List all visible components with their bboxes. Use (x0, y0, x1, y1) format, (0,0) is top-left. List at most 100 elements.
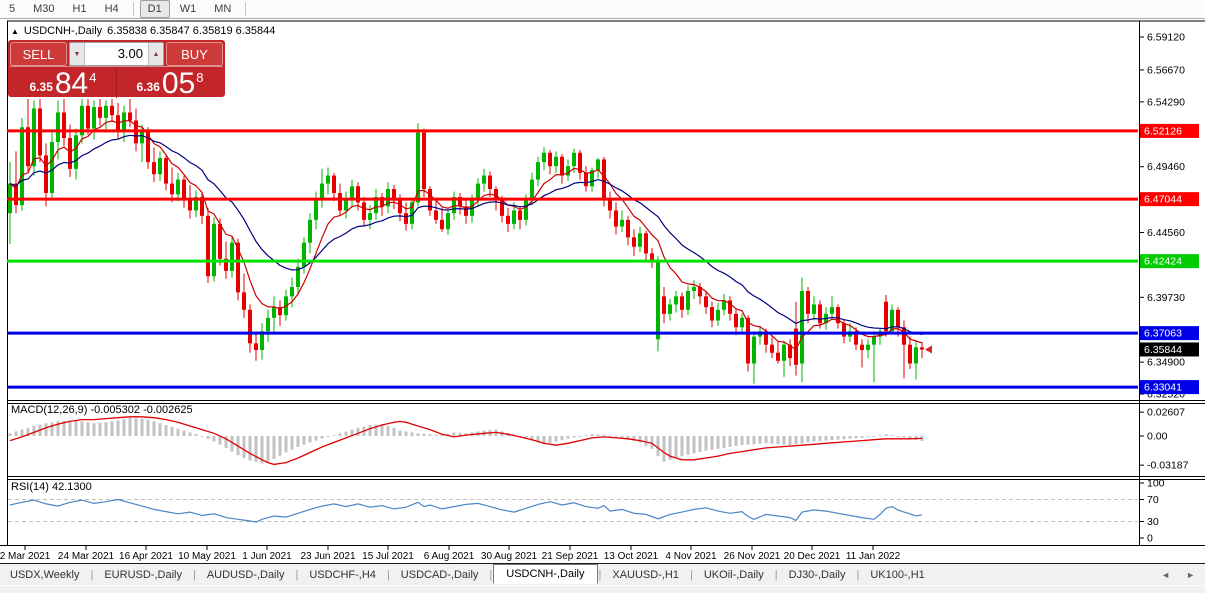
candle-body (776, 353, 780, 361)
macd-histogram-bar (645, 436, 648, 446)
tab-usdchf-h4[interactable]: USDCHF-,H4 (299, 566, 386, 584)
candle-body (140, 131, 144, 143)
buy-button[interactable]: BUY (166, 42, 223, 66)
candle-body (176, 180, 180, 195)
buy-price-prefix: 6.36 (137, 80, 160, 94)
level-price-label-text: 6.52126 (1144, 125, 1182, 137)
macd-histogram-bar (291, 436, 294, 450)
macd-histogram-bar (567, 436, 570, 439)
macd-histogram-bar (699, 436, 702, 452)
candle-body (110, 106, 114, 115)
tab-scroll-left-icon[interactable]: ◄ (1161, 570, 1170, 580)
rsi-tick-label: 30 (1147, 516, 1159, 528)
candle-body (344, 200, 348, 211)
macd-histogram-bar (399, 431, 402, 436)
tab-separator: | (775, 569, 778, 581)
tab-uk100-h1[interactable]: UK100-,H1 (860, 566, 934, 584)
collapse-arrow-icon[interactable]: ▲ (11, 27, 19, 36)
macd-histogram-bar (219, 436, 222, 445)
macd-histogram-bar (855, 436, 858, 438)
sell-price[interactable]: 6.35 84 4 (10, 67, 116, 98)
date-label: 16 Apr 2021 (119, 551, 173, 562)
candle-body (830, 307, 834, 314)
macd-histogram-bar (687, 436, 690, 455)
tab-usdx-weekly[interactable]: USDX,Weekly (0, 566, 89, 584)
tab-xauusd-h1[interactable]: XAUUSD-,H1 (602, 566, 689, 584)
tab-separator: | (489, 569, 492, 581)
date-label: 13 Oct 2021 (604, 551, 659, 562)
buy-price-big: 05 (162, 71, 195, 97)
candle-body (674, 296, 678, 304)
chart-header: ▲ USDCNH-,Daily 6.35838 6.35847 6.35819 … (11, 25, 275, 37)
candle-body (302, 243, 306, 267)
tab-separator: | (856, 569, 859, 581)
candle-body (422, 133, 426, 189)
rsi-tick-label: 100 (1147, 478, 1165, 490)
macd-histogram-bar (45, 423, 48, 436)
candle-body (662, 296, 666, 313)
candle-body (644, 233, 648, 253)
macd-label: MACD(12,26,9) -0.005302 -0.002625 (11, 404, 193, 416)
macd-histogram-bar (555, 436, 558, 441)
chart-tab-bar: USDX,Weekly | EURUSD-,Daily | AUDUSD-,Daily |… (0, 563, 1205, 593)
sell-button[interactable]: SELL (10, 42, 67, 66)
candle-body (326, 176, 330, 184)
macd-histogram-bar (21, 430, 24, 436)
candle-body (638, 233, 642, 246)
macd-histogram-bar (759, 436, 762, 444)
macd-histogram-bar (837, 436, 840, 440)
macd-histogram-bar (867, 436, 870, 437)
volume-increase-icon[interactable]: ▲ (148, 43, 163, 65)
candle-body (164, 158, 168, 184)
macd-histogram-bar (435, 435, 438, 436)
macd-histogram-bar (783, 436, 786, 445)
candle-body (440, 220, 444, 229)
candle-body (506, 216, 510, 224)
candle-body (680, 296, 684, 309)
macd-histogram-bar (561, 436, 564, 440)
candle-body (608, 200, 612, 211)
candle-body (740, 318, 744, 327)
macd-histogram-bar (603, 435, 606, 436)
candle-body (188, 200, 192, 211)
tab-usdcnh-daily[interactable]: USDCNH-,Daily (493, 564, 597, 584)
macd-histogram-bar (453, 432, 456, 436)
macd-histogram-bar (183, 431, 186, 436)
rsi-label: RSI(14) 42.1300 (11, 481, 92, 493)
date-label: 15 Jul 2021 (362, 551, 414, 562)
macd-histogram-bar (885, 434, 888, 436)
candle-body (536, 162, 540, 179)
rsi-tick-label: 0 (1147, 533, 1153, 545)
candle-body (716, 310, 720, 321)
macd-histogram-bar (429, 434, 432, 436)
tab-ukoil-daily[interactable]: UKOil-,Daily (694, 566, 774, 584)
date-label: 10 May 2021 (178, 551, 236, 562)
tab-scroll-right-icon[interactable]: ► (1186, 570, 1195, 580)
candle-body (104, 106, 108, 118)
candle-body (626, 220, 630, 237)
macd-histogram-bar (315, 436, 318, 441)
candle-body (332, 176, 336, 193)
date-label: 1 Jun 2021 (242, 551, 292, 562)
candle-body (242, 292, 246, 309)
macd-histogram-bar (747, 436, 750, 445)
candle-body (632, 237, 636, 246)
candle-body (896, 310, 900, 327)
candle-body (818, 304, 822, 323)
macd-histogram-bar (339, 433, 342, 436)
macd-histogram-bar (681, 436, 684, 456)
macd-histogram-bar (345, 431, 348, 436)
macd-tick-label: -0.03187 (1147, 460, 1189, 472)
macd-histogram-bar (843, 436, 846, 439)
candle-body (710, 307, 714, 320)
volume-field[interactable]: 3.00 (85, 43, 148, 65)
volume-decrease-icon[interactable]: ▼ (70, 43, 85, 65)
macd-histogram-bar (249, 436, 252, 461)
tab-dj30-daily[interactable]: DJ30-,Daily (779, 566, 856, 584)
macd-histogram-bar (717, 436, 720, 449)
tab-audusd-daily[interactable]: AUDUSD-,Daily (197, 566, 295, 584)
tab-separator: | (690, 569, 693, 581)
tab-eurusd-daily[interactable]: EURUSD-,Daily (94, 566, 192, 584)
tab-usdcad-daily[interactable]: USDCAD-,Daily (391, 566, 489, 584)
buy-price[interactable]: 6.36 05 8 (117, 67, 223, 98)
